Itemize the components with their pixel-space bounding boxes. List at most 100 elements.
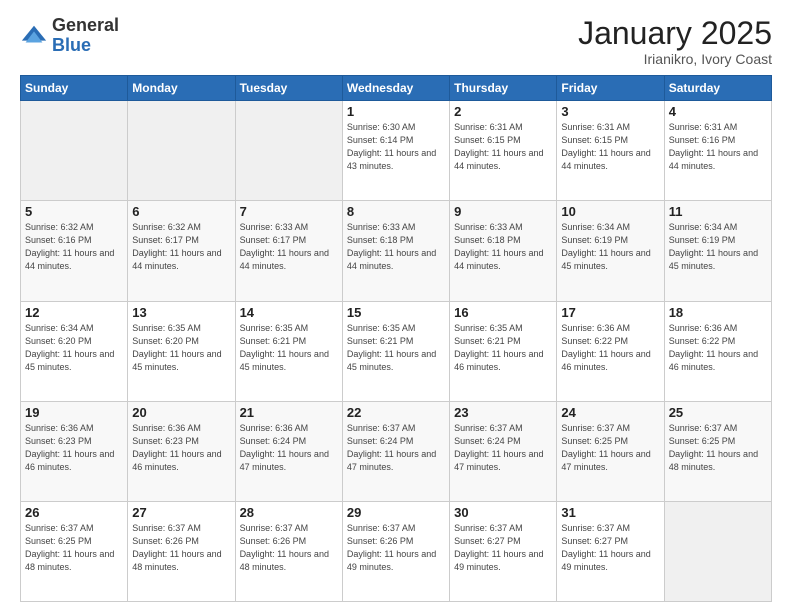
day-number: 31 <box>561 505 659 520</box>
day-info: Sunrise: 6:33 AM Sunset: 6:17 PM Dayligh… <box>240 221 338 273</box>
calendar-week-1: 1Sunrise: 6:30 AM Sunset: 6:14 PM Daylig… <box>21 101 772 201</box>
calendar-cell: 18Sunrise: 6:36 AM Sunset: 6:22 PM Dayli… <box>664 301 771 401</box>
calendar: SundayMondayTuesdayWednesdayThursdayFrid… <box>20 75 772 602</box>
day-header-monday: Monday <box>128 76 235 101</box>
day-number: 8 <box>347 204 445 219</box>
day-info: Sunrise: 6:37 AM Sunset: 6:27 PM Dayligh… <box>454 522 552 574</box>
calendar-cell: 16 Sunrise: 6:35 AM Sunset: 6:21 PM Dayli… <box>450 301 557 401</box>
day-number: 23 <box>454 405 552 420</box>
calendar-cell: 5 Sunrise: 6:32 AM Sunset: 6:16 PM Daylig… <box>21 201 128 301</box>
day-info: Sunrise: 6:37 AM Sunset: 6:24 PM Dayligh… <box>347 422 445 474</box>
day-number: 20 <box>132 405 230 420</box>
day-info: Sunrise: 6:31 AM Sunset: 6:15 PM Dayligh… <box>454 121 552 173</box>
calendar-header-row: SundayMondayTuesdayWednesdayThursdayFrid… <box>21 76 772 101</box>
day-info: Sunrise: 6:37 AM Sunset: 6:26 PM Dayligh… <box>240 522 338 574</box>
calendar-week-2: 5 Sunrise: 6:32 AM Sunset: 6:16 PM Daylig… <box>21 201 772 301</box>
calendar-cell: 1Sunrise: 6:30 AM Sunset: 6:14 PM Daylig… <box>342 101 449 201</box>
day-number: 26 <box>25 505 123 520</box>
calendar-week-3: 12Sunrise: 6:34 AM Sunset: 6:20 PM Dayli… <box>21 301 772 401</box>
day-info: Sunrise: 6:37 AM Sunset: 6:27 PM Dayligh… <box>561 522 659 574</box>
page: General Blue January 2025 Irianikro, Ivo… <box>0 0 792 612</box>
logo-icon <box>20 22 48 50</box>
calendar-cell: 13 Sunrise: 6:35 AM Sunset: 6:20 PM Dayli… <box>128 301 235 401</box>
calendar-cell: 22 Sunrise: 6:37 AM Sunset: 6:24 PM Dayli… <box>342 401 449 501</box>
calendar-cell: 8 Sunrise: 6:33 AM Sunset: 6:18 PM Daylig… <box>342 201 449 301</box>
day-info: Sunrise: 6:36 AM Sunset: 6:22 PM Dayligh… <box>669 322 767 374</box>
calendar-cell: 17Sunrise: 6:36 AM Sunset: 6:22 PM Dayli… <box>557 301 664 401</box>
month-title: January 2025 <box>578 16 772 51</box>
day-number: 13 <box>132 305 230 320</box>
calendar-cell <box>128 101 235 201</box>
day-info: Sunrise: 6:34 AM Sunset: 6:19 PM Dayligh… <box>561 221 659 273</box>
day-info: Sunrise: 6:37 AM Sunset: 6:25 PM Dayligh… <box>25 522 123 574</box>
calendar-cell <box>664 501 771 601</box>
day-info: Sunrise: 6:32 AM Sunset: 6:16 PM Dayligh… <box>25 221 123 273</box>
day-info: Sunrise: 6:33 AM Sunset: 6:18 PM Dayligh… <box>347 221 445 273</box>
day-number: 28 <box>240 505 338 520</box>
day-info: Sunrise: 6:34 AM Sunset: 6:19 PM Dayligh… <box>669 221 767 273</box>
calendar-week-5: 26 Sunrise: 6:37 AM Sunset: 6:25 PM Dayli… <box>21 501 772 601</box>
day-number: 21 <box>240 405 338 420</box>
calendar-cell: 10 Sunrise: 6:34 AM Sunset: 6:19 PM Dayli… <box>557 201 664 301</box>
day-header-friday: Friday <box>557 76 664 101</box>
day-info: Sunrise: 6:36 AM Sunset: 6:24 PM Dayligh… <box>240 422 338 474</box>
calendar-cell <box>21 101 128 201</box>
day-number: 2 <box>454 104 552 119</box>
calendar-cell: 11Sunrise: 6:34 AM Sunset: 6:19 PM Dayli… <box>664 201 771 301</box>
day-header-tuesday: Tuesday <box>235 76 342 101</box>
day-number: 5 <box>25 204 123 219</box>
day-info: Sunrise: 6:35 AM Sunset: 6:21 PM Dayligh… <box>454 322 552 374</box>
calendar-cell: 14Sunrise: 6:35 AM Sunset: 6:21 PM Dayli… <box>235 301 342 401</box>
calendar-cell: 27 Sunrise: 6:37 AM Sunset: 6:26 PM Dayli… <box>128 501 235 601</box>
calendar-cell: 25Sunrise: 6:37 AM Sunset: 6:25 PM Dayli… <box>664 401 771 501</box>
day-info: Sunrise: 6:37 AM Sunset: 6:24 PM Dayligh… <box>454 422 552 474</box>
day-header-thursday: Thursday <box>450 76 557 101</box>
calendar-cell: 30 Sunrise: 6:37 AM Sunset: 6:27 PM Dayli… <box>450 501 557 601</box>
day-info: Sunrise: 6:37 AM Sunset: 6:25 PM Dayligh… <box>669 422 767 474</box>
logo-general: General <box>52 16 119 36</box>
day-number: 4 <box>669 104 767 119</box>
day-info: Sunrise: 6:33 AM Sunset: 6:18 PM Dayligh… <box>454 221 552 273</box>
day-header-sunday: Sunday <box>21 76 128 101</box>
day-number: 27 <box>132 505 230 520</box>
title-block: January 2025 Irianikro, Ivory Coast <box>578 16 772 67</box>
day-number: 15 <box>347 305 445 320</box>
day-info: Sunrise: 6:34 AM Sunset: 6:20 PM Dayligh… <box>25 322 123 374</box>
calendar-cell: 7 Sunrise: 6:33 AM Sunset: 6:17 PM Daylig… <box>235 201 342 301</box>
logo-text: General Blue <box>52 16 119 56</box>
calendar-cell: 21 Sunrise: 6:36 AM Sunset: 6:24 PM Dayli… <box>235 401 342 501</box>
day-info: Sunrise: 6:37 AM Sunset: 6:26 PM Dayligh… <box>132 522 230 574</box>
calendar-cell: 3Sunrise: 6:31 AM Sunset: 6:15 PM Daylig… <box>557 101 664 201</box>
calendar-cell: 31 Sunrise: 6:37 AM Sunset: 6:27 PM Dayli… <box>557 501 664 601</box>
calendar-cell: 2 Sunrise: 6:31 AM Sunset: 6:15 PM Daylig… <box>450 101 557 201</box>
day-info: Sunrise: 6:35 AM Sunset: 6:20 PM Dayligh… <box>132 322 230 374</box>
day-header-saturday: Saturday <box>664 76 771 101</box>
day-number: 10 <box>561 204 659 219</box>
day-number: 17 <box>561 305 659 320</box>
calendar-cell: 23 Sunrise: 6:37 AM Sunset: 6:24 PM Dayli… <box>450 401 557 501</box>
logo: General Blue <box>20 16 119 56</box>
day-header-wednesday: Wednesday <box>342 76 449 101</box>
location: Irianikro, Ivory Coast <box>578 51 772 67</box>
calendar-cell: 12Sunrise: 6:34 AM Sunset: 6:20 PM Dayli… <box>21 301 128 401</box>
calendar-week-4: 19Sunrise: 6:36 AM Sunset: 6:23 PM Dayli… <box>21 401 772 501</box>
day-number: 22 <box>347 405 445 420</box>
day-info: Sunrise: 6:32 AM Sunset: 6:17 PM Dayligh… <box>132 221 230 273</box>
day-info: Sunrise: 6:37 AM Sunset: 6:25 PM Dayligh… <box>561 422 659 474</box>
day-info: Sunrise: 6:37 AM Sunset: 6:26 PM Dayligh… <box>347 522 445 574</box>
day-number: 29 <box>347 505 445 520</box>
day-number: 30 <box>454 505 552 520</box>
day-info: Sunrise: 6:36 AM Sunset: 6:23 PM Dayligh… <box>132 422 230 474</box>
day-number: 16 <box>454 305 552 320</box>
calendar-cell: 15Sunrise: 6:35 AM Sunset: 6:21 PM Dayli… <box>342 301 449 401</box>
day-number: 6 <box>132 204 230 219</box>
calendar-cell <box>235 101 342 201</box>
calendar-cell: 26 Sunrise: 6:37 AM Sunset: 6:25 PM Dayli… <box>21 501 128 601</box>
calendar-cell: 20 Sunrise: 6:36 AM Sunset: 6:23 PM Dayli… <box>128 401 235 501</box>
day-number: 14 <box>240 305 338 320</box>
day-info: Sunrise: 6:30 AM Sunset: 6:14 PM Dayligh… <box>347 121 445 173</box>
logo-blue: Blue <box>52 36 119 56</box>
calendar-cell: 6 Sunrise: 6:32 AM Sunset: 6:17 PM Daylig… <box>128 201 235 301</box>
calendar-cell: 9Sunrise: 6:33 AM Sunset: 6:18 PM Daylig… <box>450 201 557 301</box>
day-number: 7 <box>240 204 338 219</box>
